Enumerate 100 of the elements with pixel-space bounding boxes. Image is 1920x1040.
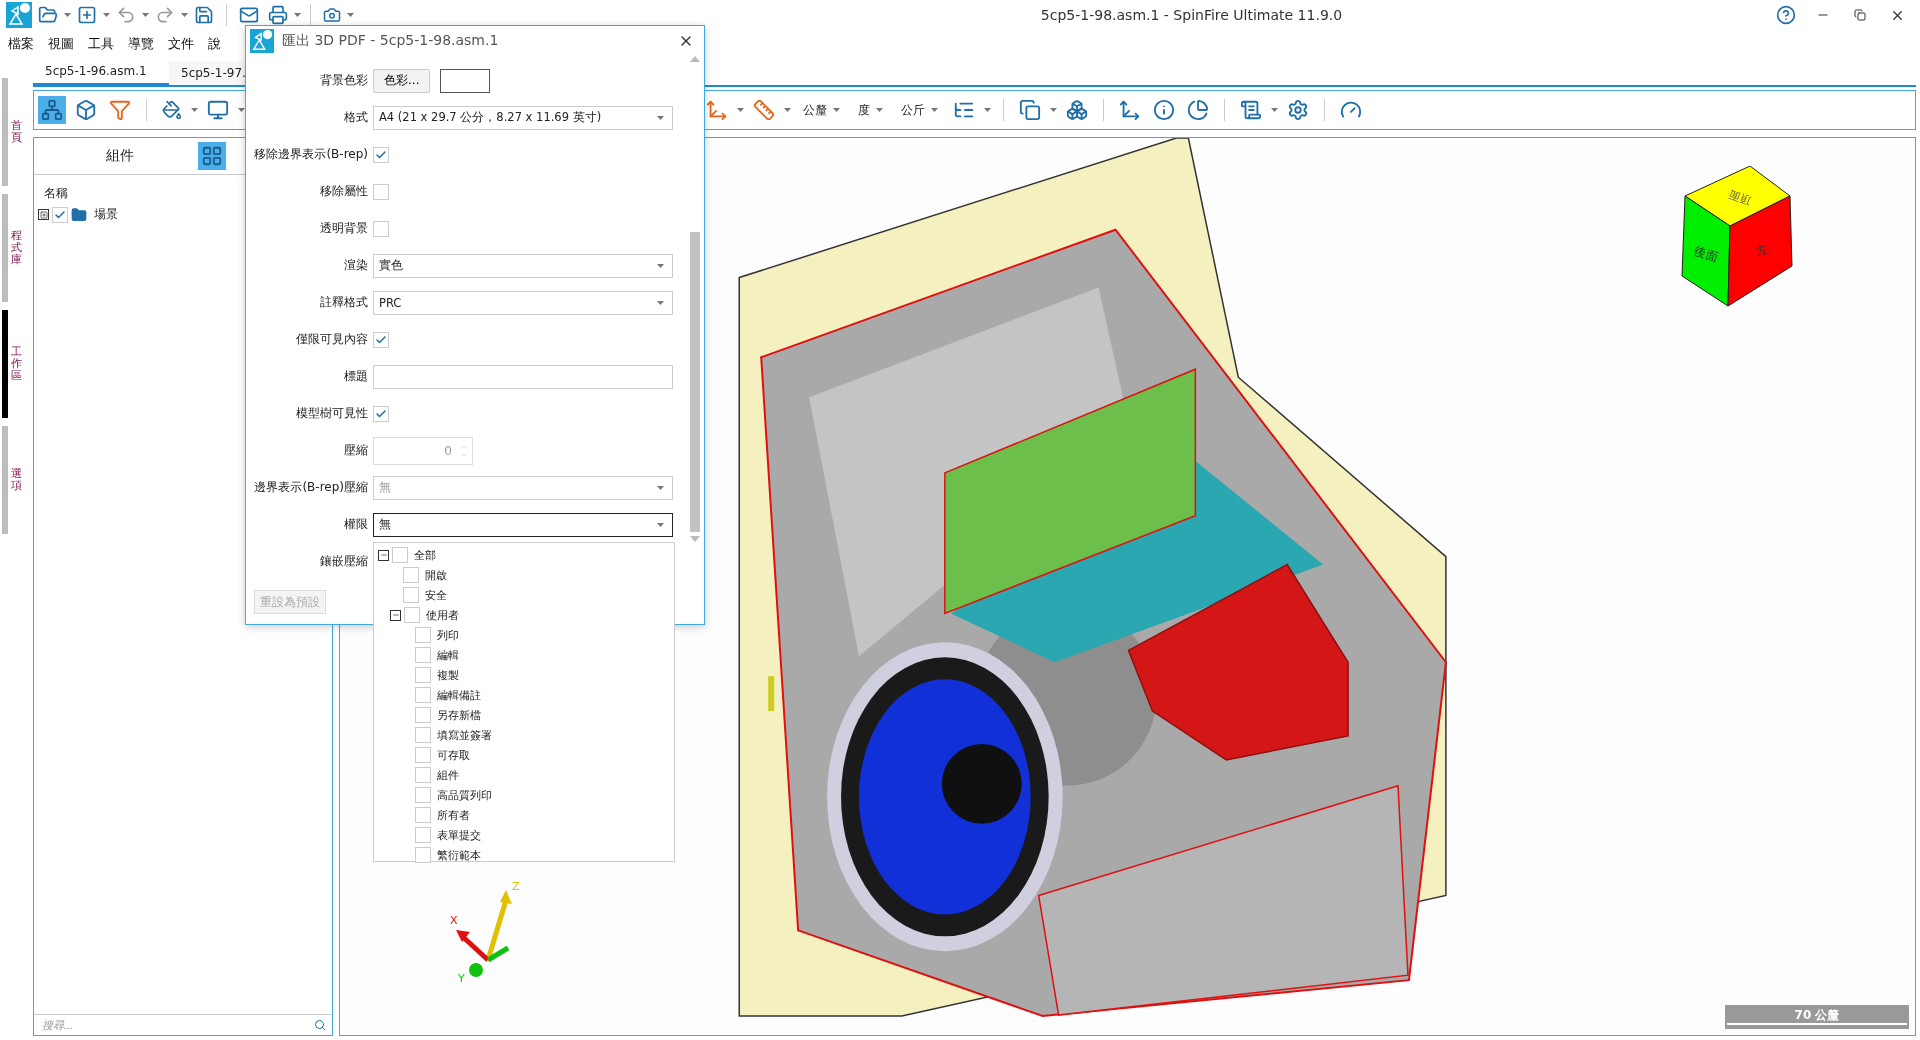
dropdown-arrow-icon[interactable]	[657, 263, 664, 268]
checkbox[interactable]	[373, 220, 389, 237]
dropdown-arrow-icon[interactable]	[657, 115, 664, 120]
caret-icon[interactable]	[737, 108, 744, 112]
dropdown-field[interactable]: 無	[373, 512, 673, 537]
caret-icon[interactable]	[142, 13, 149, 17]
dropdown-arrow-icon[interactable]	[657, 522, 664, 527]
window-title: 5cp5-1-98.asm.1 - SpinFire Ultimate 11.9.0	[1039, 7, 1344, 23]
menu-item[interactable]: 導覽	[128, 35, 154, 53]
unit-dropdown[interactable]: 度	[852, 101, 889, 119]
caret-icon[interactable]	[876, 108, 883, 112]
permission-label: 全部	[414, 547, 436, 563]
checkbox[interactable]	[415, 647, 431, 663]
grid-view-button[interactable]	[198, 142, 226, 170]
checkbox[interactable]	[415, 667, 431, 683]
axis-label: X	[450, 914, 458, 927]
menu-item[interactable]: 檔案	[8, 35, 34, 53]
caret-icon[interactable]	[294, 13, 301, 17]
check-icon	[54, 208, 66, 221]
permission-label: 編輯備註	[437, 687, 481, 703]
search-field[interactable]: 搜尋...	[40, 1018, 314, 1032]
dropdown-field[interactable]: PRC	[373, 290, 673, 315]
caret-icon[interactable]	[191, 108, 198, 112]
caret-icon[interactable]	[984, 108, 991, 112]
model-tree-icon[interactable]	[38, 96, 66, 124]
caret-icon[interactable]	[1050, 108, 1057, 112]
collapse-toggle-icon[interactable]	[378, 549, 389, 561]
permission-label: 複製	[437, 667, 459, 683]
tree-item[interactable]: 場景	[94, 206, 118, 223]
permission-label: 使用者	[426, 607, 459, 623]
checkbox[interactable]	[415, 807, 431, 823]
checkbox[interactable]	[415, 707, 431, 723]
permission-label: 開啟	[425, 567, 447, 583]
checkbox[interactable]	[415, 827, 431, 843]
checkbox[interactable]	[373, 405, 389, 422]
checkbox[interactable]	[52, 206, 68, 223]
checkbox[interactable]	[373, 331, 389, 348]
scrollbar-thumb[interactable]	[690, 232, 700, 532]
permission-label: 編輯	[437, 647, 459, 663]
checkbox[interactable]	[392, 547, 408, 563]
unit-dropdown[interactable]: 公斤	[895, 101, 944, 119]
caret-icon[interactable]	[103, 13, 110, 17]
permission-label: 填寫並簽署	[437, 727, 492, 743]
checkbox[interactable]	[403, 587, 419, 603]
caret-icon[interactable]	[784, 108, 791, 112]
restore-icon[interactable]	[1854, 9, 1866, 21]
caret-icon[interactable]	[64, 13, 71, 17]
dropdown-field[interactable]: 實色	[373, 253, 673, 278]
checkbox[interactable]	[403, 567, 419, 583]
menu-item[interactable]: 文件	[168, 35, 194, 53]
permission-label: 列印	[437, 627, 459, 643]
color-button[interactable]: 色彩...	[373, 68, 431, 93]
checkbox[interactable]	[415, 627, 431, 643]
caret-icon[interactable]	[238, 108, 245, 112]
checkbox[interactable]	[404, 607, 420, 623]
folder-icon	[71, 206, 87, 223]
field-label: 標題	[343, 368, 368, 385]
field-label: 權限	[343, 516, 368, 533]
dropdown-arrow-icon[interactable]	[657, 300, 664, 305]
unit-dropdown[interactable]: 公釐	[797, 101, 846, 119]
dropdown-field[interactable]: A4 (21 x 29.7 公分，8.27 x 11.69 英寸)	[373, 105, 673, 130]
permission-label: 安全	[425, 587, 447, 603]
check-icon	[375, 333, 387, 346]
cube-face-label: 頂面	[1727, 187, 1753, 208]
color-swatch[interactable]	[440, 68, 491, 93]
caret-icon[interactable]	[181, 13, 188, 17]
caret-icon[interactable]	[1271, 108, 1278, 112]
check-icon	[375, 148, 387, 161]
checkbox[interactable]	[373, 183, 389, 200]
checkbox[interactable]	[415, 847, 431, 863]
expand-toggle-icon[interactable]	[38, 209, 49, 220]
menu-item[interactable]: 工具	[88, 35, 114, 53]
checkbox[interactable]	[373, 146, 389, 163]
field-label: 模型樹可見性	[295, 405, 368, 422]
checkbox[interactable]	[415, 787, 431, 803]
checkbox[interactable]	[415, 767, 431, 783]
input-field[interactable]	[373, 364, 673, 389]
axis-label: Y	[458, 972, 465, 985]
field-label: 壓縮	[343, 442, 368, 459]
checkbox[interactable]	[415, 747, 431, 763]
caret-icon[interactable]	[833, 108, 840, 112]
menu-item[interactable]: 視圖	[48, 35, 74, 53]
field-label: 渲染	[343, 257, 368, 274]
side-tab[interactable]: 工作區	[2, 310, 24, 418]
caret-icon[interactable]	[931, 108, 938, 112]
menu-item[interactable]: 說	[208, 35, 221, 53]
checkbox[interactable]	[415, 727, 431, 743]
collapse-toggle-icon[interactable]	[390, 609, 401, 621]
app-logo-icon	[250, 29, 274, 53]
caret-icon[interactable]	[347, 13, 354, 17]
field-label: 移除屬性	[319, 183, 368, 200]
side-tab[interactable]: 程式庫	[2, 194, 24, 302]
side-tab[interactable]: 首頁	[2, 78, 24, 186]
scale-bar: 70 公釐	[1725, 1005, 1909, 1029]
field-label: 格式	[343, 109, 368, 126]
search-icon[interactable]	[314, 1019, 326, 1031]
side-tab[interactable]: 選項	[2, 426, 24, 534]
view-cube[interactable]: 頂面 後面 左	[1680, 166, 1820, 311]
checkbox[interactable]	[415, 687, 431, 703]
dialog-title: 匯出 3D PDF - 5cp5-1-98.asm.1	[282, 32, 500, 50]
